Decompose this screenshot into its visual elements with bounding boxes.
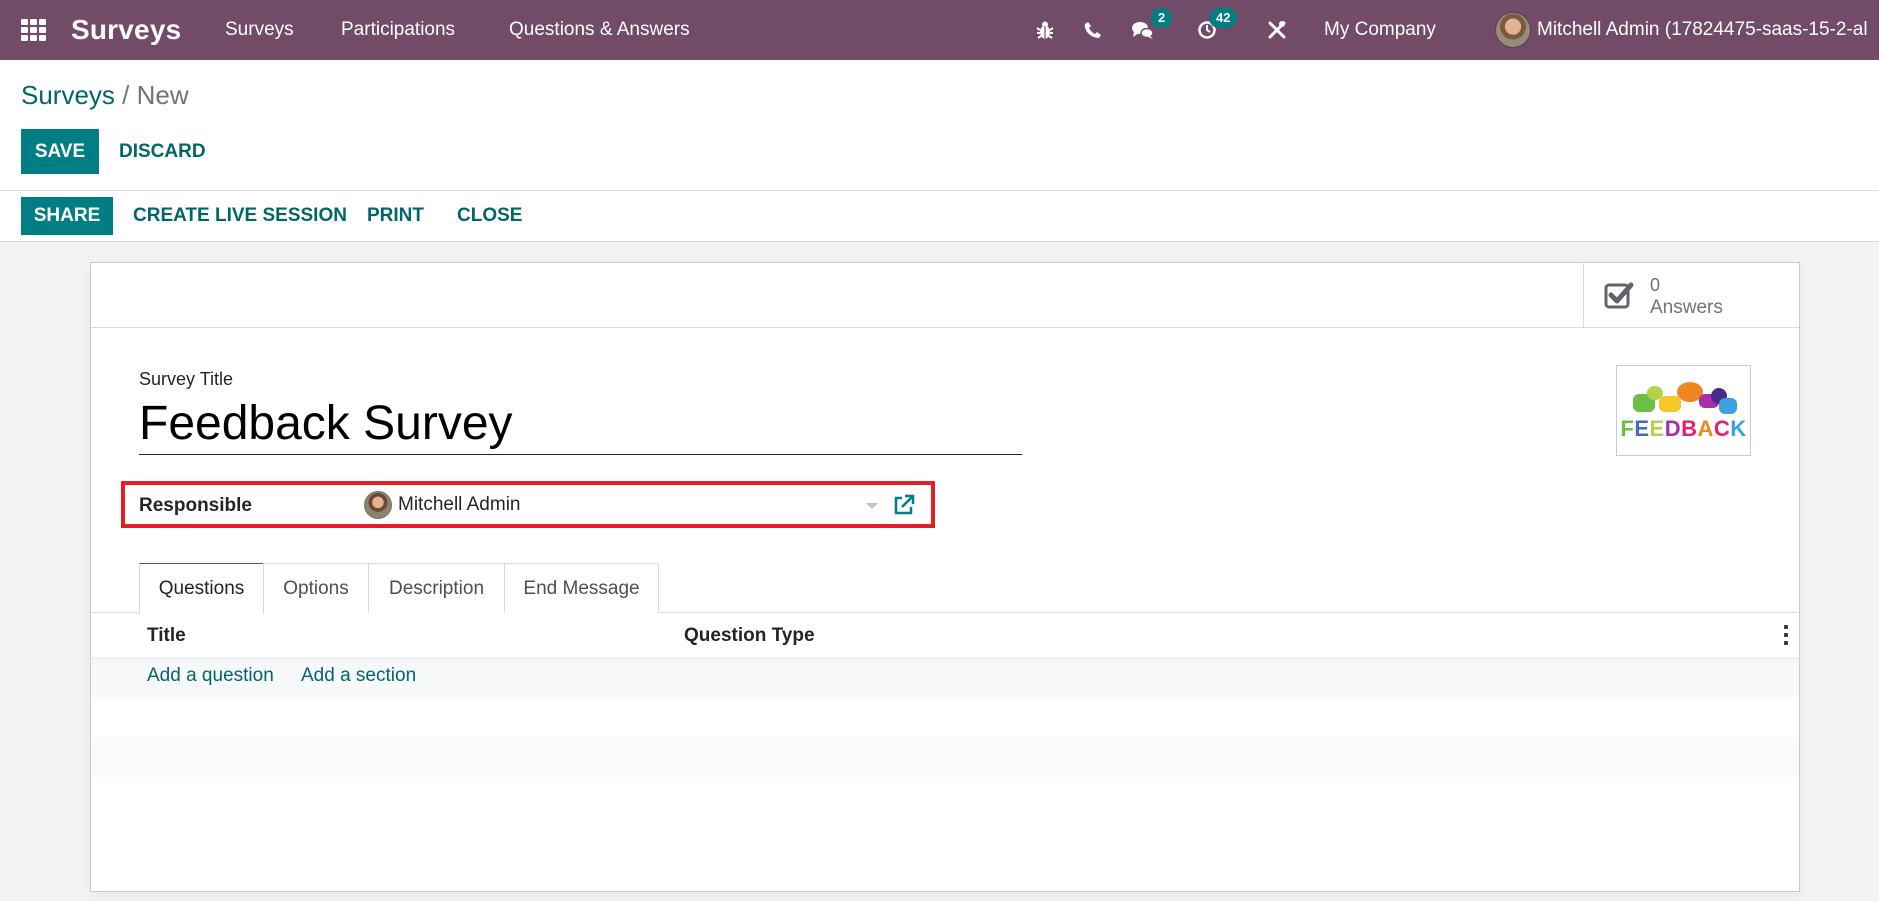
- smart-button-box: 0 Answers: [91, 263, 1799, 328]
- create-live-session-button[interactable]: CREATE LIVE SESSION: [133, 197, 347, 235]
- tab-questions[interactable]: Questions: [139, 563, 264, 614]
- chat-icon[interactable]: [1128, 0, 1158, 60]
- company-switcher[interactable]: My Company: [1324, 0, 1436, 60]
- control-panel: Surveys / New SAVE DISCARD SHARE CREATE …: [0, 60, 1879, 242]
- phone-icon[interactable]: [1078, 0, 1108, 60]
- breadcrumb: Surveys / New: [21, 80, 189, 111]
- menu-questions-answers[interactable]: Questions & Answers: [509, 0, 690, 60]
- activities-badge: 42: [1209, 8, 1238, 28]
- user-name: Mitchell Admin (17824475-saas-15-2-al: [1537, 19, 1868, 40]
- discard-button[interactable]: DISCARD: [119, 129, 206, 174]
- add-section-link[interactable]: Add a section: [301, 665, 416, 687]
- responsible-avatar: [364, 491, 392, 519]
- tab-description[interactable]: Description: [368, 563, 505, 613]
- answers-stat-button[interactable]: 0 Answers: [1583, 263, 1799, 327]
- add-line-row: Add a question Add a section: [91, 657, 1799, 697]
- empty-list-row: [91, 737, 1799, 777]
- survey-title-input[interactable]: [139, 393, 1022, 455]
- speech-bubbles-icon: [1629, 381, 1739, 416]
- check-square-icon: [1604, 282, 1634, 309]
- dropdown-caret-icon[interactable]: [866, 503, 878, 509]
- answers-label: Answers: [1650, 297, 1723, 318]
- questions-list-header: Title Question Type: [91, 613, 1799, 657]
- tab-options[interactable]: Options: [263, 563, 369, 613]
- tools-icon[interactable]: [1262, 0, 1292, 60]
- apps-grid-icon[interactable]: [21, 0, 48, 60]
- tab-end-message[interactable]: End Message: [504, 563, 659, 613]
- survey-title-label: Survey Title: [139, 369, 234, 389]
- breadcrumb-separator: /: [122, 80, 130, 110]
- external-link-icon[interactable]: [892, 493, 916, 517]
- optional-columns-icon[interactable]: [1783, 625, 1789, 645]
- responsible-field[interactable]: Mitchell Admin: [364, 488, 924, 522]
- close-button[interactable]: CLOSE: [457, 197, 522, 235]
- notebook-tabs: Questions Options Description End Messag…: [91, 563, 1799, 614]
- save-button[interactable]: SAVE: [21, 129, 99, 174]
- responsible-value: Mitchell Admin: [398, 494, 521, 515]
- form-sheet: 0 Answers Survey Title FEEDBACK Responsi…: [90, 262, 1800, 892]
- app-brand[interactable]: Surveys: [71, 0, 181, 60]
- user-menu[interactable]: Mitchell Admin (17824475-saas-15-2-al: [1495, 0, 1868, 60]
- survey-image[interactable]: FEEDBACK: [1616, 365, 1751, 456]
- share-button[interactable]: SHARE: [21, 197, 113, 235]
- top-navbar: Surveys Surveys Participations Questions…: [0, 0, 1879, 60]
- column-question-type[interactable]: Question Type: [684, 625, 815, 647]
- bug-icon[interactable]: [1030, 0, 1060, 60]
- column-title[interactable]: Title: [147, 625, 186, 647]
- responsible-label: Responsible: [139, 495, 252, 516]
- menu-participations[interactable]: Participations: [341, 0, 455, 60]
- user-avatar: [1495, 12, 1531, 48]
- feedback-image-text: FEEDBACK: [1620, 415, 1747, 441]
- add-question-link[interactable]: Add a question: [147, 665, 274, 687]
- control-divider: [0, 190, 1879, 191]
- print-button[interactable]: PRINT: [367, 197, 424, 235]
- answers-count: 0: [1650, 275, 1661, 295]
- menu-surveys[interactable]: Surveys: [225, 0, 294, 60]
- statusbar-border: [0, 241, 1879, 242]
- breadcrumb-current: New: [136, 80, 189, 110]
- breadcrumb-surveys[interactable]: Surveys: [21, 80, 115, 110]
- messages-badge: 2: [1151, 8, 1173, 28]
